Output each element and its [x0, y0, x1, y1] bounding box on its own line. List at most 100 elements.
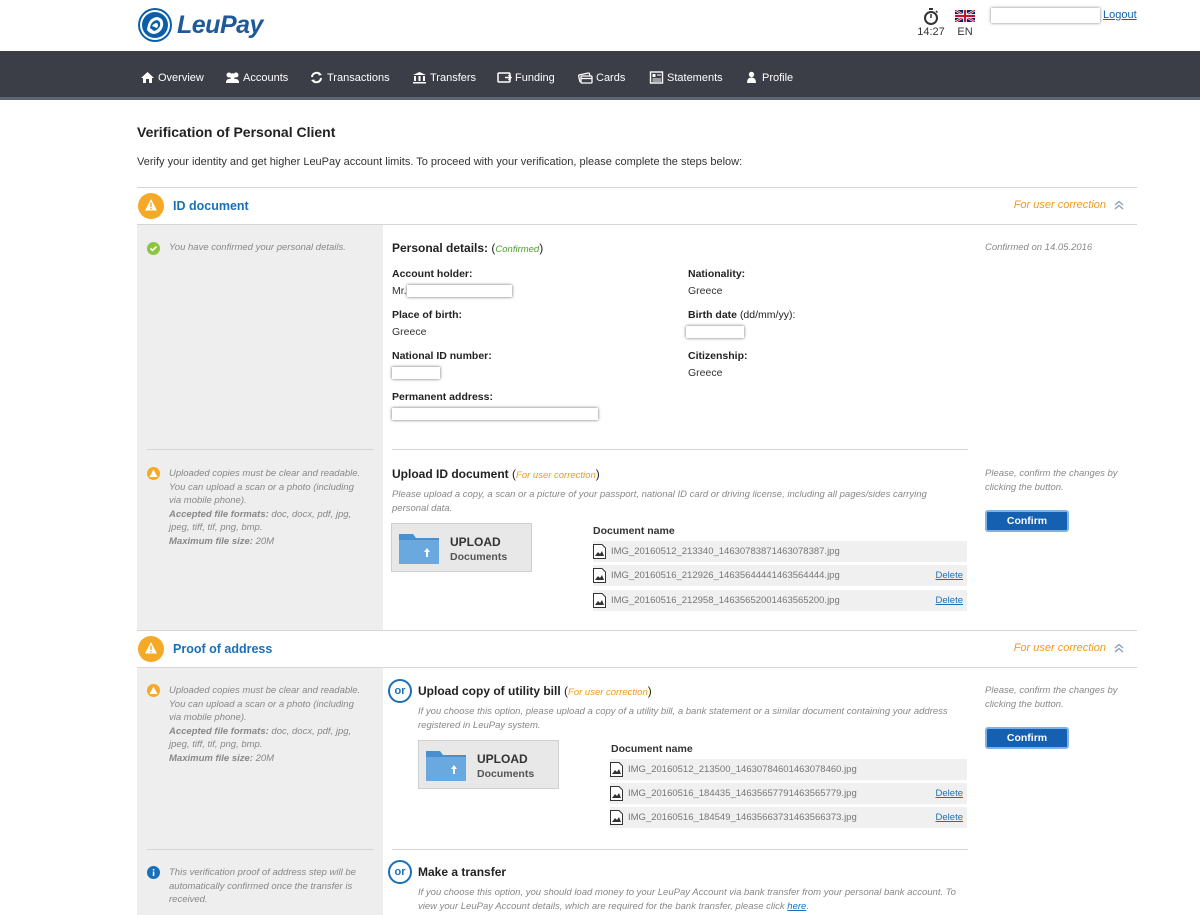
personal-details-title: Personal details: (Confirmed) [392, 241, 544, 255]
size-label: Maximum file size: [169, 752, 253, 764]
upload-id-desc2: personal data. [392, 502, 453, 514]
image-file-icon [610, 786, 623, 801]
transfer-desc1: If you choose this option, you should lo… [418, 887, 956, 898]
delete-link[interactable]: Delete [936, 595, 963, 606]
citizenship-value: Greece [688, 367, 723, 379]
image-file-icon [610, 810, 623, 825]
document-row: IMG_20160512_213340_1463078387146307838​… [593, 541, 967, 562]
id-document-status-text: For user correction [1013, 199, 1106, 211]
masked-username [991, 8, 1100, 23]
check-icon [147, 242, 160, 255]
upload-utility-description: If you choose this option, please upload… [418, 705, 948, 732]
nav-statements-label: Statements [667, 71, 723, 84]
nav-profile[interactable]: Profile [744, 71, 793, 84]
chevron-up-icon[interactable] [1114, 643, 1124, 653]
upload-label: UPLOAD [477, 752, 528, 766]
cards-icon [578, 72, 593, 84]
refresh-icon [311, 71, 322, 84]
delete-link[interactable]: Delete [936, 788, 963, 799]
place-of-birth-value: Greece [392, 326, 427, 338]
transfer-note1: This verification proof of address step … [169, 867, 356, 878]
right-divider [392, 449, 968, 450]
right-divider [392, 849, 968, 850]
account-holder-label: Account holder: [392, 268, 473, 280]
confirm-note2: clicking the button. [985, 698, 1064, 710]
image-file-icon [610, 762, 623, 777]
document-filename: IMG_20160516_184549_1463566373146356637​… [628, 812, 857, 823]
masked-account-holder [407, 285, 512, 297]
confirm-address-button[interactable]: Confirm [985, 727, 1069, 749]
nationality-label: Nationality: [688, 268, 746, 280]
upload-sublabel: Documents [477, 768, 535, 780]
delete-link[interactable]: Delete [936, 812, 963, 823]
top-header: LeuPay 14:27 EN Logout [0, 0, 1200, 51]
size-value: 20M [255, 535, 275, 547]
document-filename: IMG_20160516_212926_1463564444146356444​… [611, 570, 840, 581]
id-document-header[interactable]: ID document For user correction [137, 187, 1137, 225]
document-row: IMG_20160512_213500_1463078460146307846​… [610, 759, 967, 780]
nav-cards-label: Cards [596, 71, 626, 84]
left-divider [147, 449, 374, 450]
formats-value: doc, docx, pdf, jpg, [271, 508, 352, 520]
document-row: IMG_20160516_212926_1463564444146356444​… [593, 565, 967, 586]
note-line3: via mobile phone). [169, 712, 247, 723]
transfer-note3: received. [169, 894, 208, 905]
profile-icon [747, 71, 756, 83]
citizenship-label: Citizenship: [688, 350, 748, 362]
nav-funding[interactable]: Funding [497, 71, 555, 84]
note-line2: You can upload a scan or a photo (includ… [169, 481, 354, 493]
transfer-note: This verification proof of address step … [169, 866, 374, 907]
size-label: Maximum file size: [169, 535, 253, 547]
document-name-header: Document name [593, 525, 675, 537]
confirmed-tag: Confirmed [495, 244, 540, 255]
confirm-note: Please, confirm the changes by clicking … [985, 467, 1118, 494]
left-divider [147, 849, 374, 850]
image-file-icon [593, 544, 606, 559]
nav-cards[interactable]: Cards [578, 71, 625, 84]
document-filename: IMG_20160512_213340_1463078387146307838​… [611, 546, 840, 557]
proof-of-address-status-text: For user correction [1013, 642, 1106, 654]
leupay-logo[interactable]: LeuPay [138, 8, 263, 42]
nav-transactions-label: Transactions [327, 71, 390, 84]
uk-flag-icon [955, 10, 975, 22]
place-of-birth-label: Place of birth: [392, 309, 463, 321]
confirm-note1: Please, confirm the changes by [985, 685, 1118, 696]
upload-id-button[interactable]: UPLOAD Documents [391, 523, 532, 572]
proof-of-address-status: For user correction [1014, 642, 1124, 654]
nav-statements[interactable]: Statements [649, 71, 723, 84]
masked-national-id [392, 367, 440, 379]
account-holder-prefix: Mr. [392, 285, 407, 297]
delete-link[interactable]: Delete [936, 570, 963, 581]
birth-date-label: Birth date (dd/mm/yy): [688, 309, 795, 321]
upload-utility-desc1: If you choose this option, please upload… [418, 706, 948, 717]
masked-birth-date [686, 326, 744, 338]
proof-of-address-header[interactable]: Proof of address For user correction [137, 630, 1137, 668]
upload-utility-button[interactable]: UPLOAD Documents [418, 740, 559, 789]
confirm-id-button[interactable]: Confirm [985, 510, 1069, 532]
nav-overview[interactable]: Overview [140, 71, 204, 84]
nav-funding-label: Funding [515, 71, 555, 84]
nav-transfers[interactable]: Transfers [412, 71, 476, 84]
nationality-value: Greece [688, 285, 723, 297]
address-upload-note: Uploaded copies must be clear and readab… [169, 684, 374, 765]
note-line3: via mobile phone). [169, 495, 247, 506]
nav-accounts[interactable]: Accounts [225, 71, 288, 84]
id-upload-note: Uploaded copies must be clear and readab… [169, 467, 374, 548]
warning-small-icon [147, 684, 160, 697]
formats-value2: jpeg, tiff, tif, png, bmp. [169, 522, 263, 533]
nav-profile-label: Profile [762, 71, 794, 84]
language-selector[interactable]: EN [954, 10, 976, 38]
nav-transactions[interactable]: Transactions [309, 71, 390, 84]
national-id-label: National ID number: [392, 350, 492, 362]
logout-link[interactable]: Logout [1103, 9, 1137, 21]
chevron-up-icon[interactable] [1114, 200, 1124, 210]
document-filename: IMG_20160516_212958_1463565200146356520​… [611, 595, 840, 606]
account-details-link[interactable]: here [787, 901, 806, 912]
birth-date-label-text: Birth date [688, 309, 738, 321]
page-title: Verification of Personal Client [137, 124, 336, 140]
upload-id-label: Upload ID document [392, 467, 509, 481]
image-file-icon [593, 568, 606, 583]
upload-id-title: Upload ID document (For user correction) [392, 467, 600, 481]
upload-id-description: Please upload a copy, a scan or a pictur… [392, 488, 927, 515]
stopwatch-icon [924, 8, 939, 25]
